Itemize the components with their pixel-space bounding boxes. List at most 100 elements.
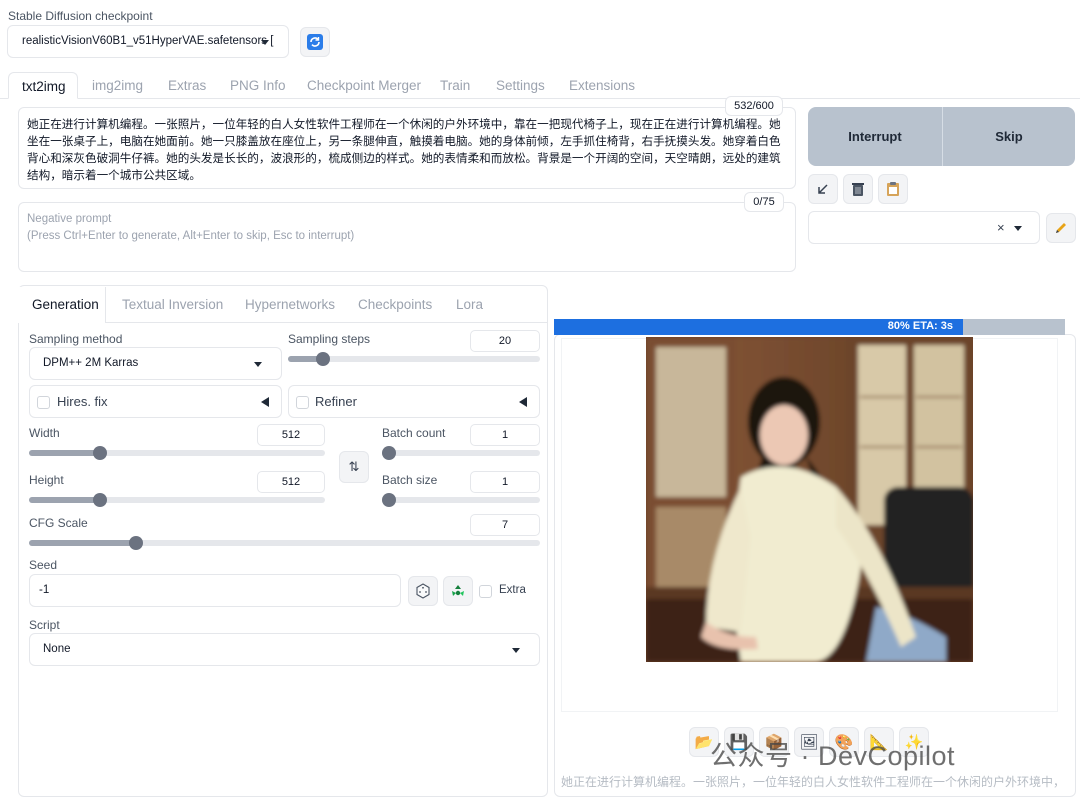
- negative-token-counter: 0/75: [744, 192, 784, 212]
- swap-dimensions-button[interactable]: ⇅: [339, 451, 369, 483]
- sampling-method-label: Sampling method: [29, 332, 123, 346]
- batch-size-slider[interactable]: [382, 493, 540, 507]
- tab-train[interactable]: Train: [440, 78, 470, 93]
- negative-prompt-placeholder: Negative prompt: [27, 213, 112, 225]
- extra-seed-label: Extra: [499, 584, 526, 596]
- arrow-down-left-icon: [818, 184, 828, 194]
- slider-thumb[interactable]: [316, 352, 330, 366]
- clear-prompt-button[interactable]: [843, 174, 873, 204]
- tab-checkpoint-merger[interactable]: Checkpoint Merger: [307, 78, 421, 93]
- checkpoint-dropdown[interactable]: realisticVisionV60B1_v51HyperVAE.safeten…: [7, 25, 289, 58]
- dice-icon: [416, 583, 430, 599]
- tab-txt2img[interactable]: txt2img: [8, 72, 78, 99]
- cfg-scale-input[interactable]: 7: [470, 514, 540, 536]
- refiner-accordion[interactable]: Refiner: [288, 385, 540, 418]
- sampling-method-dropdown[interactable]: DPM++ 2M Karras: [29, 347, 282, 380]
- hires-fix-label: Hires. fix: [57, 394, 108, 409]
- prompt-textarea[interactable]: 她正在进行计算机编程。一张照片，一位年轻的白人女性软件工程师在一个休闲的户外环境…: [18, 107, 796, 189]
- watermark: 公众号 · DevCopilot: [710, 741, 956, 771]
- seed-label: Seed: [29, 558, 58, 572]
- slider-thumb[interactable]: [93, 446, 107, 460]
- batch-count-slider[interactable]: [382, 446, 540, 460]
- tab-generation-label: Generation: [32, 297, 99, 312]
- collapse-arrow-icon: [261, 397, 269, 407]
- height-slider[interactable]: [29, 493, 325, 507]
- slider-thumb[interactable]: [382, 446, 396, 460]
- tab-lora[interactable]: Lora: [456, 297, 483, 312]
- height-input[interactable]: 512: [257, 471, 325, 493]
- prompt-text: 她正在进行计算机编程。一张照片，一位年轻的白人女性软件工程师在一个休闲的户外环境…: [27, 118, 781, 182]
- width-slider[interactable]: [29, 446, 325, 460]
- extra-seed-checkbox[interactable]: [479, 585, 492, 598]
- batch-count-label: Batch count: [382, 426, 446, 440]
- tab-hypernetworks[interactable]: Hypernetworks: [245, 297, 335, 312]
- batch-count-input[interactable]: 1: [470, 424, 540, 446]
- sampling-steps-input[interactable]: 20: [470, 330, 540, 352]
- refresh-checkpoint-button[interactable]: [300, 27, 330, 57]
- cfg-scale-label: CFG Scale: [29, 516, 88, 530]
- cfg-scale-slider[interactable]: [29, 536, 540, 550]
- reuse-seed-button[interactable]: [443, 576, 473, 606]
- trash-icon: [852, 183, 864, 196]
- slider-fill: [29, 450, 100, 456]
- output-caption: 她正在进行计算机编程。一张照片，一位年轻的白人女性软件工程师在一个休闲的户外环境…: [561, 775, 1061, 789]
- tab-checkpoints[interactable]: Checkpoints: [358, 297, 432, 312]
- negative-prompt-hint: (Press Ctrl+Enter to generate, Alt+Enter…: [27, 230, 355, 242]
- refresh-icon: [307, 34, 323, 50]
- sampling-steps-label: Sampling steps: [288, 332, 371, 346]
- tab-txt2img-label: txt2img: [22, 79, 66, 94]
- read-params-button[interactable]: [808, 174, 838, 204]
- paste-button[interactable]: [878, 174, 908, 204]
- tab-settings[interactable]: Settings: [496, 78, 545, 93]
- collapse-arrow-icon: [519, 397, 527, 407]
- hires-fix-checkbox[interactable]: [37, 396, 50, 409]
- clipboard-icon: [887, 182, 899, 196]
- script-label: Script: [29, 618, 60, 632]
- checkpoint-value: realisticVisionV60B1_v51HyperVAE.safeten…: [22, 35, 274, 47]
- negative-prompt-textarea[interactable]: Negative prompt (Press Ctrl+Enter to gen…: [18, 202, 796, 272]
- slider-fill: [29, 497, 100, 503]
- skip-button[interactable]: Skip: [942, 107, 1075, 166]
- seed-input[interactable]: -1: [29, 574, 401, 607]
- chevron-down-icon: [1014, 226, 1022, 231]
- hires-fix-accordion[interactable]: Hires. fix: [29, 385, 282, 418]
- batch-size-label: Batch size: [382, 473, 438, 487]
- tab-extensions[interactable]: Extensions: [569, 78, 635, 93]
- slider-thumb[interactable]: [382, 493, 396, 507]
- seed-value: -1: [39, 584, 50, 596]
- clear-icon[interactable]: ×: [997, 220, 1005, 235]
- interrupt-button[interactable]: Interrupt: [808, 107, 942, 166]
- tab-extras[interactable]: Extras: [168, 78, 206, 93]
- tab-png-info[interactable]: PNG Info: [230, 78, 286, 93]
- tab-img2img[interactable]: img2img: [92, 78, 143, 93]
- generated-image[interactable]: [646, 337, 973, 662]
- chevron-down-icon: [254, 362, 262, 367]
- slider-thumb[interactable]: [93, 493, 107, 507]
- sampling-steps-slider[interactable]: [288, 352, 540, 366]
- tab-textual-inversion[interactable]: Textual Inversion: [122, 297, 223, 312]
- checkpoint-label: Stable Diffusion checkpoint: [8, 9, 153, 23]
- recycle-icon: [452, 585, 464, 596]
- sampling-method-value: DPM++ 2M Karras: [43, 357, 139, 369]
- script-dropdown[interactable]: None: [29, 633, 540, 666]
- height-label: Height: [29, 473, 64, 487]
- script-value: None: [43, 643, 71, 655]
- styles-dropdown[interactable]: ×: [808, 211, 1040, 244]
- slider-thumb[interactable]: [129, 536, 143, 550]
- generated-image-svg: [646, 337, 973, 662]
- refiner-label: Refiner: [315, 394, 357, 409]
- chevron-down-icon: [512, 648, 520, 653]
- random-seed-button[interactable]: [408, 576, 438, 606]
- swap-icon: ⇅: [348, 459, 360, 474]
- progress-bar: 80% ETA: 3s: [554, 319, 1065, 335]
- progress-text: 80% ETA: 3s: [887, 320, 953, 332]
- batch-size-input[interactable]: 1: [470, 471, 540, 493]
- chevron-down-icon: [261, 40, 269, 45]
- refiner-checkbox[interactable]: [296, 396, 309, 409]
- width-label: Width: [29, 426, 60, 440]
- prompt-token-counter: 532/600: [725, 96, 783, 116]
- width-input[interactable]: 512: [257, 424, 325, 446]
- tab-generation[interactable]: Generation: [18, 287, 106, 323]
- slider-fill: [29, 540, 136, 546]
- edit-styles-button[interactable]: [1046, 213, 1076, 243]
